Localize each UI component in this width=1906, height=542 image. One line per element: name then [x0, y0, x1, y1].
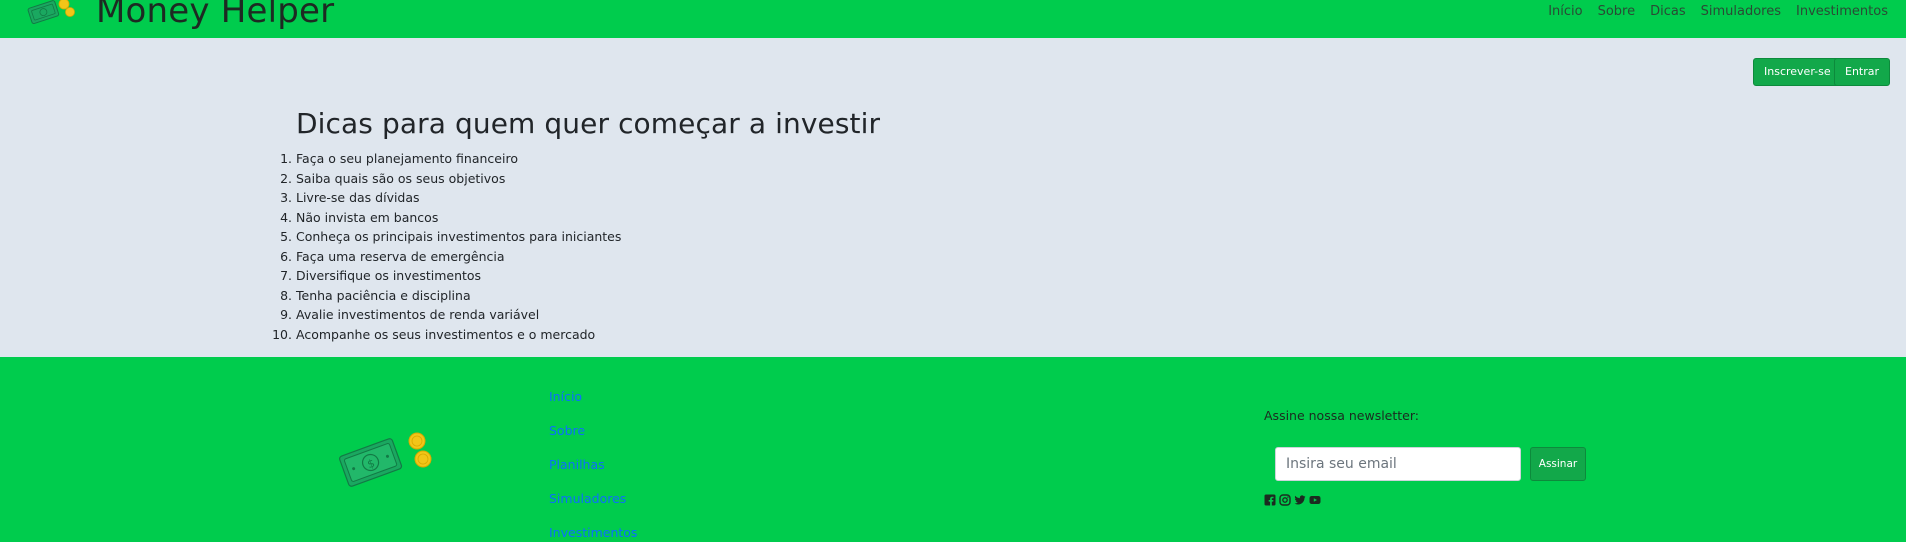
instagram-icon[interactable]: [1279, 491, 1291, 506]
signup-button[interactable]: Inscrever-se: [1753, 58, 1842, 86]
list-item: Faça uma reserva de emergência: [280, 247, 505, 266]
social-links: [1264, 491, 1321, 506]
list-item: Avalie investimentos de renda variável: [280, 305, 540, 324]
footer-link-investimentos[interactable]: Investimentos: [549, 516, 637, 542]
brand[interactable]: Money Helper: [26, 0, 334, 30]
list-item: Diversifique os investimentos: [280, 266, 482, 285]
nav-link-inicio[interactable]: Início: [1548, 4, 1582, 20]
subscribe-button[interactable]: Assinar: [1530, 447, 1586, 481]
footer-link-planilhas[interactable]: Planilhas: [549, 448, 637, 482]
tips-list: Faça o seu planejamento financeiro Saiba…: [272, 149, 880, 344]
email-field[interactable]: [1275, 447, 1521, 481]
money-bills-coins-icon: [27, 0, 75, 25]
youtube-icon[interactable]: [1309, 491, 1321, 504]
newsletter-label: Assine nossa newsletter:: [1264, 408, 1419, 423]
list-item: Não invista em bancos: [280, 208, 439, 227]
footer-link-sobre[interactable]: Sobre: [549, 414, 637, 448]
nav-link-simuladores[interactable]: Simuladores: [1701, 4, 1781, 20]
brand-title[interactable]: Money Helper: [96, 0, 334, 30]
nav-link-investimentos[interactable]: Investimentos: [1796, 4, 1888, 20]
twitter-icon[interactable]: [1294, 491, 1306, 505]
top-navbar: Money Helper Início Sobre Dicas Simulado…: [0, 0, 1906, 38]
footer-link-inicio[interactable]: Início: [549, 380, 637, 414]
footer: $ Início Sobre Planilhas Simuladores Inv…: [0, 357, 1906, 542]
tips-section: Dicas para quem quer começar a investir …: [272, 107, 881, 344]
facebook-icon[interactable]: [1264, 491, 1276, 506]
nav-link-sobre[interactable]: Sobre: [1598, 4, 1636, 20]
list-item: Conheça os principais investimentos para…: [280, 227, 622, 246]
footer-links: Início Sobre Planilhas Simuladores Inves…: [549, 380, 637, 542]
login-button[interactable]: Entrar: [1834, 58, 1891, 86]
list-item: Faça o seu planejamento financeiro: [280, 149, 518, 168]
main-nav: Início Sobre Dicas Simuladores Investime…: [1548, 4, 1888, 20]
list-item: Livre-se das dívidas: [280, 188, 420, 207]
money-bills-coins-icon: $: [339, 432, 432, 487]
list-item: Acompanhe os seus investimentos e o merc…: [272, 325, 596, 344]
list-item: Saiba quais são os seus objetivos: [280, 169, 506, 188]
page-title: Dicas para quem quer começar a investir: [296, 107, 881, 140]
nav-link-dicas[interactable]: Dicas: [1650, 4, 1686, 20]
list-item: Tenha paciência e disciplina: [280, 286, 471, 305]
footer-link-simuladores[interactable]: Simuladores: [549, 482, 637, 516]
